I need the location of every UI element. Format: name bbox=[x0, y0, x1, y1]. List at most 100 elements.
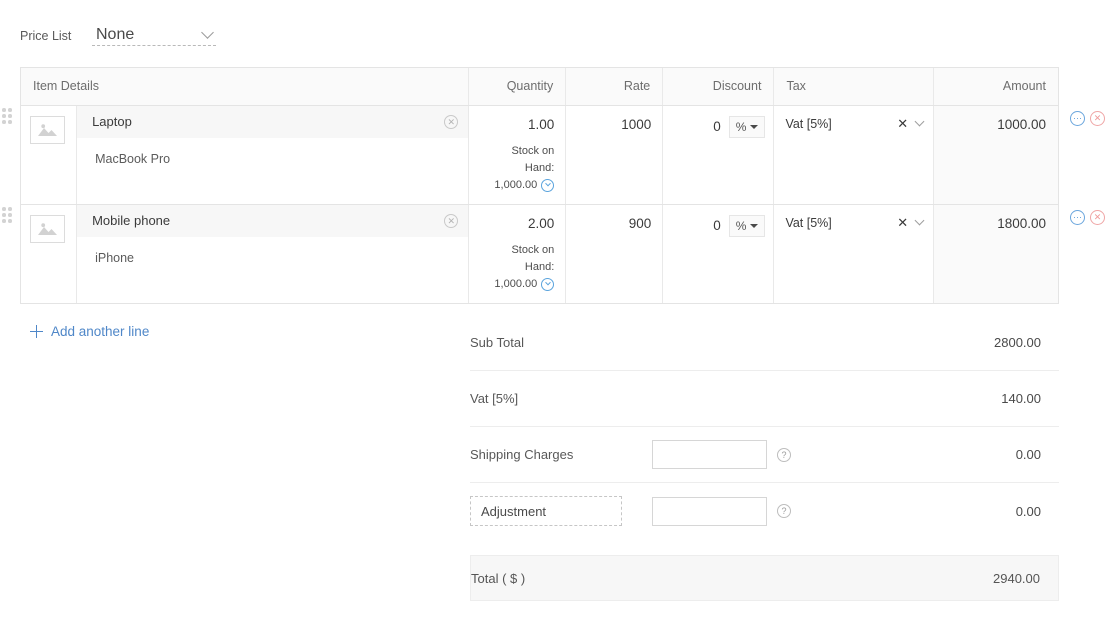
discount-unit-label: % bbox=[736, 219, 747, 233]
table-header-row: Item Details Quantity Rate Discount Tax … bbox=[21, 68, 1058, 105]
stock-value: 1,000.00 bbox=[494, 276, 537, 293]
dot bbox=[8, 207, 12, 211]
rate-cell[interactable]: 1000 bbox=[566, 105, 663, 204]
discount-unit-dropdown[interactable]: % bbox=[729, 116, 766, 138]
column-header-item-details: Item Details bbox=[21, 68, 469, 105]
tax-cell[interactable]: Vat [5%] ✕ bbox=[774, 105, 934, 204]
plus-icon bbox=[30, 325, 43, 338]
help-icon[interactable]: ? bbox=[777, 448, 791, 462]
stock-label-line2: Hand: bbox=[477, 160, 554, 177]
caret-down-icon bbox=[750, 224, 758, 228]
column-header-tax: Tax bbox=[774, 68, 934, 105]
close-icon[interactable]: ✕ bbox=[897, 117, 908, 130]
dot bbox=[2, 207, 6, 211]
quantity-value: 1.00 bbox=[477, 116, 554, 134]
chevron-down-icon[interactable] bbox=[915, 216, 925, 226]
column-header-rate: Rate bbox=[566, 68, 663, 105]
chevron-down-icon[interactable] bbox=[915, 117, 925, 127]
shipping-charges-value: 0.00 bbox=[921, 447, 1041, 462]
shipping-charges-row: Shipping Charges ? 0.00 bbox=[470, 427, 1059, 483]
more-options-icon[interactable]: ⋯ bbox=[1070, 210, 1085, 225]
item-details-cell: Mobile phone ✕ iPhone bbox=[77, 204, 469, 303]
totals-section: Sub Total 2800.00 Vat [5%] 140.00 Shippi… bbox=[470, 315, 1059, 601]
item-description[interactable]: iPhone bbox=[77, 237, 468, 265]
chevron-down-circle-icon[interactable] bbox=[541, 278, 554, 291]
item-name: Laptop bbox=[92, 114, 132, 129]
dot bbox=[2, 108, 6, 112]
shipping-charges-input[interactable] bbox=[652, 440, 767, 469]
line-items-table: Item Details Quantity Rate Discount Tax … bbox=[20, 67, 1059, 304]
amount-value: 1800.00 bbox=[942, 215, 1046, 233]
grand-total-label: Total ( $ ) bbox=[471, 571, 653, 586]
table-row: Mobile phone ✕ iPhone 2.00 Stock on Hand… bbox=[21, 204, 1058, 303]
close-circle-icon[interactable]: ✕ bbox=[444, 214, 458, 228]
discount-unit-label: % bbox=[736, 120, 747, 134]
dot bbox=[8, 120, 12, 124]
stock-value: 1,000.00 bbox=[494, 177, 537, 194]
row-drag-handle[interactable] bbox=[2, 108, 15, 128]
vat-label: Vat [5%] bbox=[470, 391, 652, 406]
image-placeholder-icon[interactable] bbox=[30, 116, 65, 144]
sub-total-label: Sub Total bbox=[470, 335, 652, 350]
rate-cell[interactable]: 900 bbox=[566, 204, 663, 303]
item-name-field[interactable]: Mobile phone ✕ bbox=[77, 205, 468, 237]
discount-cell[interactable]: 0 % bbox=[663, 204, 774, 303]
vat-row: Vat [5%] 140.00 bbox=[470, 371, 1059, 427]
dot bbox=[2, 219, 6, 223]
row-actions: ⋯ ✕ bbox=[1070, 210, 1105, 225]
vat-value: 140.00 bbox=[921, 391, 1041, 406]
amount-value: 1000.00 bbox=[942, 116, 1046, 134]
adjustment-input[interactable] bbox=[652, 497, 767, 526]
dot bbox=[8, 213, 12, 217]
item-image-cell bbox=[21, 105, 77, 204]
quantity-cell[interactable]: 2.00 Stock on Hand: 1,000.00 bbox=[469, 204, 566, 303]
dot bbox=[2, 213, 6, 217]
price-list-dropdown[interactable]: None bbox=[92, 26, 216, 46]
caret-down-icon bbox=[750, 125, 758, 129]
close-circle-icon[interactable]: ✕ bbox=[444, 115, 458, 129]
delete-circle-icon[interactable]: ✕ bbox=[1090, 111, 1105, 126]
adjustment-label-input[interactable] bbox=[470, 496, 622, 526]
dot bbox=[8, 114, 12, 118]
chevron-down-circle-icon[interactable] bbox=[541, 179, 554, 192]
close-icon[interactable]: ✕ bbox=[897, 216, 908, 229]
item-details-cell: Laptop ✕ MacBook Pro bbox=[77, 105, 469, 204]
dot bbox=[2, 114, 6, 118]
quantity-value: 2.00 bbox=[477, 215, 554, 233]
row-drag-handle[interactable] bbox=[2, 207, 15, 227]
chevron-down-icon bbox=[201, 26, 214, 39]
stock-label-line1: Stock on bbox=[477, 143, 554, 160]
price-list-row: Price List None bbox=[20, 26, 216, 46]
stock-label-line2: Hand: bbox=[477, 259, 554, 276]
quantity-cell[interactable]: 1.00 Stock on Hand: 1,000.00 bbox=[469, 105, 566, 204]
price-list-value: None bbox=[96, 26, 134, 44]
discount-unit-dropdown[interactable]: % bbox=[729, 215, 766, 237]
sub-total-row: Sub Total 2800.00 bbox=[470, 315, 1059, 371]
discount-cell[interactable]: 0 % bbox=[663, 105, 774, 204]
adjustment-row: ? 0.00 bbox=[470, 483, 1059, 539]
rate-value: 900 bbox=[574, 215, 651, 233]
delete-circle-icon[interactable]: ✕ bbox=[1090, 210, 1105, 225]
rate-value: 1000 bbox=[574, 116, 651, 134]
table-row: Laptop ✕ MacBook Pro 1.00 Stock on Hand: bbox=[21, 105, 1058, 204]
amount-cell: 1000.00 bbox=[934, 105, 1058, 204]
tax-value: Vat [5%] bbox=[785, 216, 831, 230]
add-another-line-button[interactable]: Add another line bbox=[30, 324, 149, 339]
more-options-icon[interactable]: ⋯ bbox=[1070, 111, 1085, 126]
sub-total-value: 2800.00 bbox=[921, 335, 1041, 350]
dot bbox=[2, 120, 6, 124]
stock-on-hand: Stock on Hand: 1,000.00 bbox=[477, 242, 554, 293]
item-name-field[interactable]: Laptop ✕ bbox=[77, 106, 468, 138]
image-placeholder-icon[interactable] bbox=[30, 215, 65, 243]
item-description[interactable]: MacBook Pro bbox=[77, 138, 468, 166]
help-icon[interactable]: ? bbox=[777, 504, 791, 518]
column-header-discount: Discount bbox=[663, 68, 774, 105]
tax-cell[interactable]: Vat [5%] ✕ bbox=[774, 204, 934, 303]
column-header-amount: Amount bbox=[934, 68, 1058, 105]
tax-value: Vat [5%] bbox=[785, 117, 831, 131]
stock-label-line1: Stock on bbox=[477, 242, 554, 259]
grand-total-row: Total ( $ ) 2940.00 bbox=[470, 555, 1059, 601]
dot bbox=[8, 219, 12, 223]
discount-value: 0 bbox=[713, 116, 721, 138]
shipping-charges-label: Shipping Charges bbox=[470, 447, 652, 462]
